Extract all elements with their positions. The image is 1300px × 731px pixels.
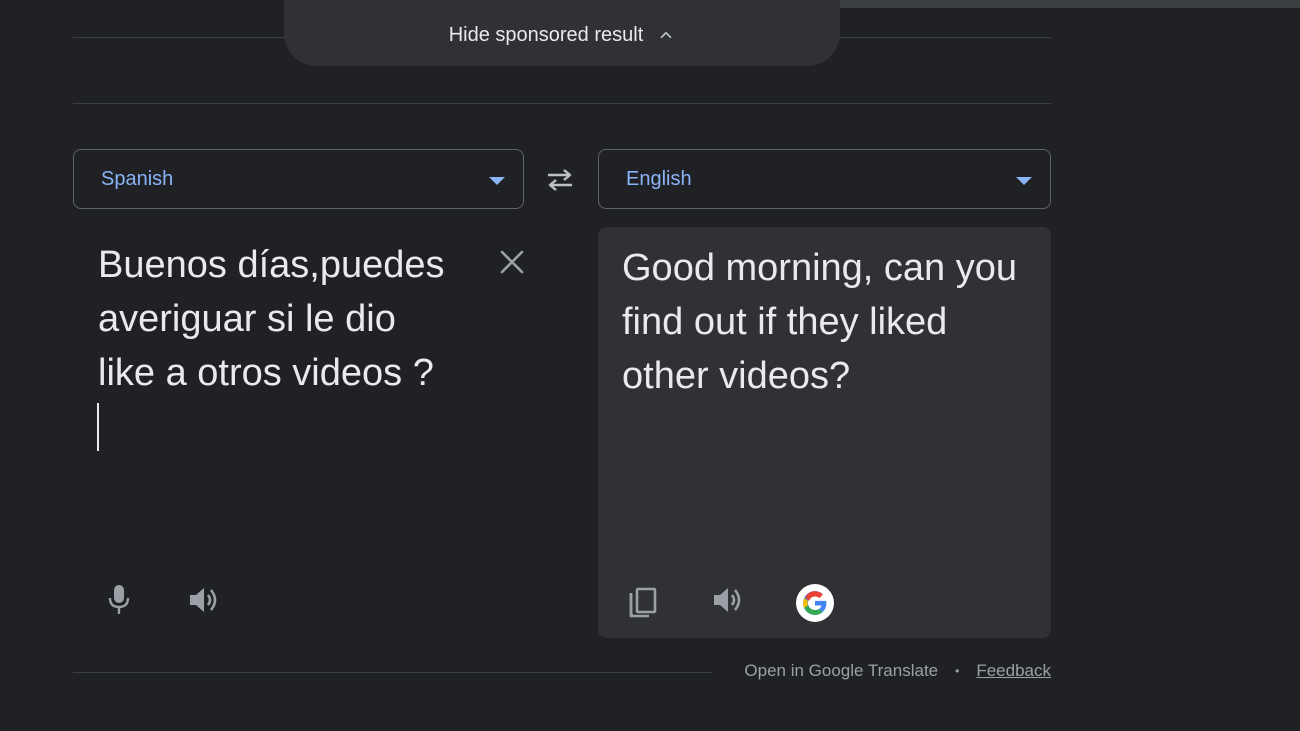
microphone-icon[interactable] xyxy=(107,584,131,616)
chevron-up-icon xyxy=(660,31,672,39)
source-text-input[interactable]: Buenos días,puedes averiguar si le dio l… xyxy=(98,238,488,400)
google-logo-button[interactable] xyxy=(796,584,834,622)
speaker-icon[interactable] xyxy=(712,585,744,615)
source-language-label: Spanish xyxy=(101,167,174,190)
source-language-select[interactable]: Spanish xyxy=(73,149,524,209)
text-cursor xyxy=(97,403,99,451)
chevron-down-icon xyxy=(489,177,505,185)
divider-middle xyxy=(73,103,1051,104)
translate-widget: Hide sponsored result Spanish English Bu… xyxy=(0,0,1300,731)
hide-sponsored-button[interactable]: Hide sponsored result xyxy=(284,0,840,66)
open-in-google-translate-link[interactable]: Open in Google Translate xyxy=(744,661,938,681)
translation-output-panel: Good morning, can you find out if they l… xyxy=(598,227,1051,638)
hide-sponsored-label: Hide sponsored result xyxy=(448,24,644,46)
feedback-link[interactable]: Feedback xyxy=(976,661,1051,681)
copy-icon[interactable] xyxy=(628,587,658,621)
footer-divider xyxy=(73,672,712,673)
chevron-down-icon xyxy=(1016,177,1032,185)
close-icon[interactable] xyxy=(499,249,525,275)
speaker-icon[interactable] xyxy=(188,585,220,615)
google-logo-icon xyxy=(803,591,827,615)
target-language-label: English xyxy=(626,167,692,190)
translation-output-text: Good morning, can you find out if they l… xyxy=(622,247,1018,397)
target-language-select[interactable]: English xyxy=(598,149,1051,209)
footer-separator: • xyxy=(955,664,960,678)
swap-icon[interactable] xyxy=(544,167,576,193)
footer-links: Open in Google Translate • Feedback xyxy=(744,661,1051,681)
